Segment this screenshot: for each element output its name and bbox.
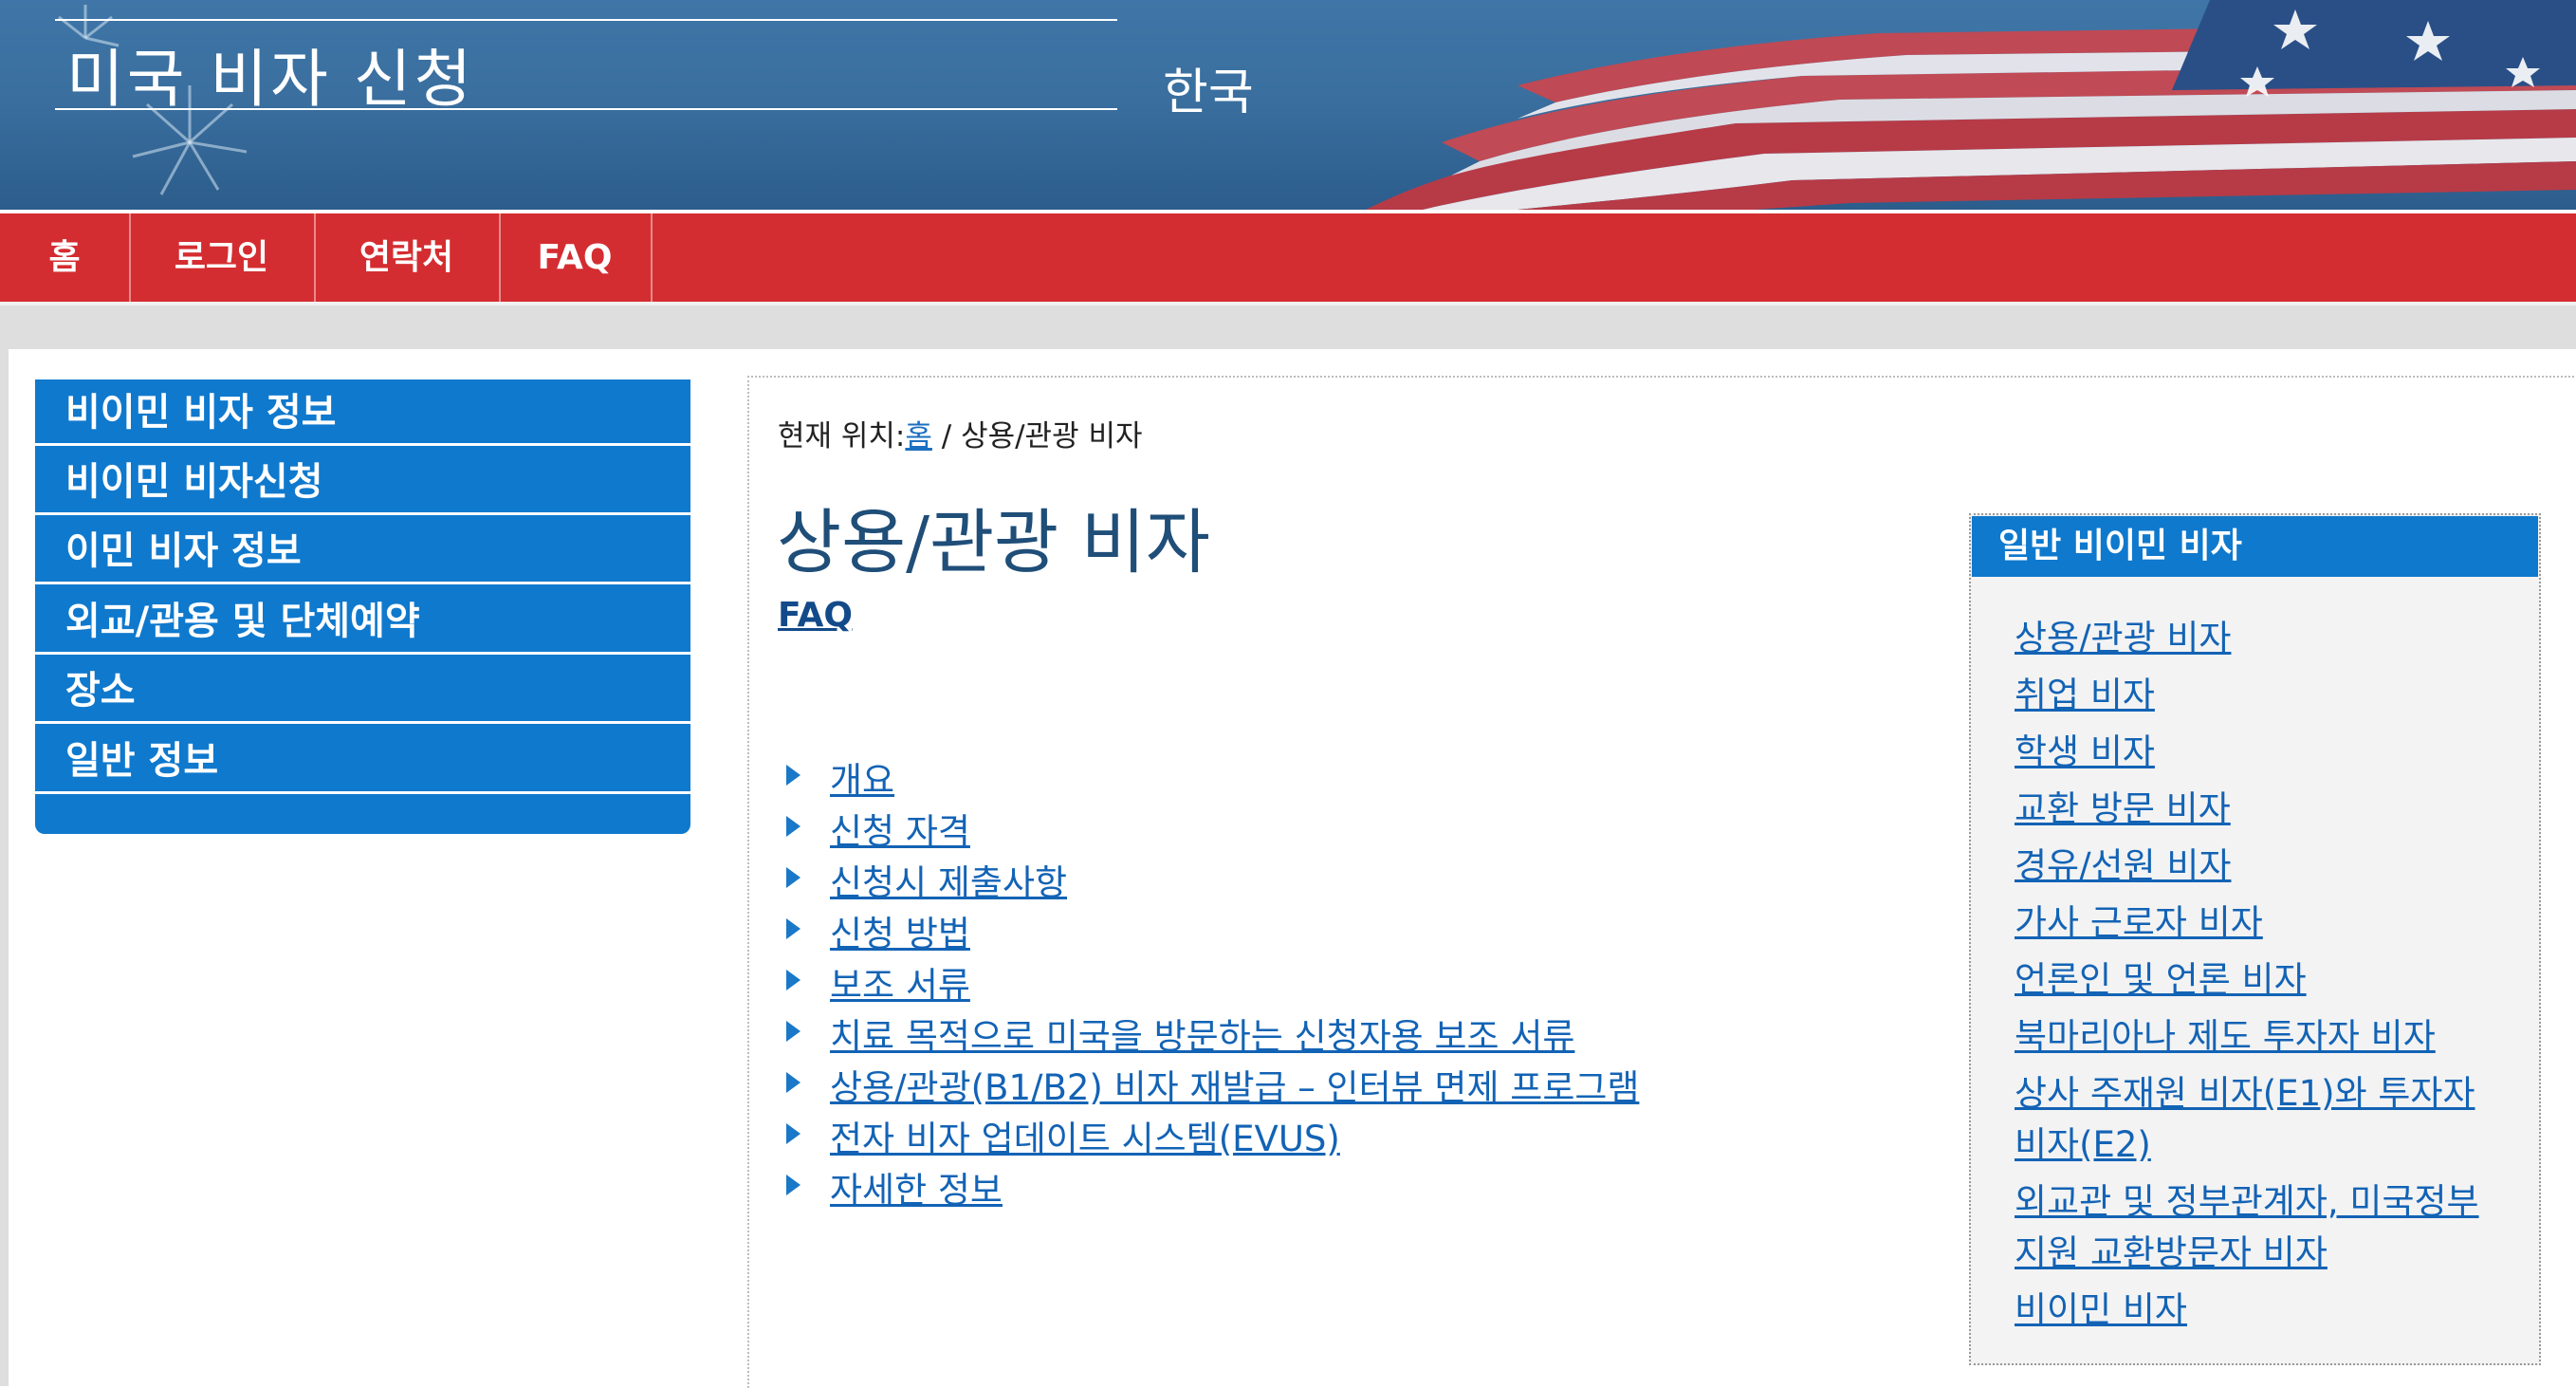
bullet-arrow-icon <box>786 765 800 786</box>
right-link-business-tourist[interactable]: 상용/관광 비자 <box>2015 609 2231 660</box>
topic-link-more-info[interactable]: 자세한 정보 <box>830 1161 1003 1212</box>
right-link-journalist[interactable]: 언론인 및 언론 비자 <box>2015 951 2307 1002</box>
sidebar-item-diplomatic-group[interactable]: 외교/관용 및 단체예약 <box>35 588 690 655</box>
faq-link[interactable]: FAQ <box>778 596 853 635</box>
bullet-arrow-icon <box>786 867 800 888</box>
country-label: 한국 <box>1163 65 1254 121</box>
right-link-diplomat-line2[interactable]: 지원 교환방문자 비자 <box>2015 1224 2328 1275</box>
breadcrumb-current: 상용/관광 비자 <box>961 419 1143 453</box>
bullet-arrow-icon <box>786 970 800 990</box>
sidebar-item-locations[interactable]: 장소 <box>35 657 690 724</box>
top-navigation: 홈 로그인 연락처 FAQ <box>0 210 2576 305</box>
bullet-arrow-icon <box>786 816 800 837</box>
right-link-transit-crew[interactable]: 경유/선원 비자 <box>2015 837 2231 888</box>
right-link-cnmi-investor[interactable]: 북마리아나 제도 투자자 비자 <box>2015 1008 2436 1059</box>
site-title-frame: 미국 비자 신청 <box>55 19 1117 116</box>
bullet-arrow-icon <box>786 1072 800 1093</box>
topic-link-requirements[interactable]: 신청시 제출사항 <box>830 854 1067 905</box>
right-link-nonimmigrant[interactable]: 비이민 비자 <box>2015 1281 2187 1332</box>
breadcrumb-prefix: 현재 위치: <box>778 419 906 453</box>
breadcrumb-home-link[interactable]: 홈 <box>905 419 932 453</box>
right-link-employment[interactable]: 취업 비자 <box>2015 666 2155 717</box>
right-link-exchange-visitor[interactable]: 교환 방문 비자 <box>2015 780 2231 831</box>
sidebar-item-general-info[interactable]: 일반 정보 <box>35 728 690 794</box>
topic-link-how-to-apply[interactable]: 신청 방법 <box>830 905 970 956</box>
bullet-arrow-icon <box>786 1175 800 1195</box>
left-sidebar-menu: 비이민 비자 정보 비이민 비자신청 이민 비자 정보 외교/관용 및 단체예약… <box>35 379 690 834</box>
right-link-domestic-worker[interactable]: 가사 근로자 비자 <box>2015 894 2263 945</box>
right-link-student[interactable]: 학생 비자 <box>2015 723 2155 774</box>
right-link-diplomat[interactable]: 외교관 및 정부관계자, 미국정부 <box>2015 1173 2479 1224</box>
topic-link-overview[interactable]: 개요 <box>830 751 894 803</box>
sidebar-item-nonimmigrant-info[interactable]: 비이민 비자 정보 <box>35 379 690 446</box>
sidebar-item-immigrant-info[interactable]: 이민 비자 정보 <box>35 518 690 584</box>
nav-home[interactable]: 홈 <box>0 213 131 302</box>
bullet-arrow-icon <box>786 1021 800 1042</box>
nav-login[interactable]: 로그인 <box>129 213 316 302</box>
right-link-treaty-trader-line2[interactable]: 비자(E2) <box>2015 1116 2151 1167</box>
topic-link-interview-waiver[interactable]: 상용/관광(B1/B2) 비자 재발급 – 인터뷰 면제 프로그램 <box>830 1059 1639 1110</box>
breadcrumb-separator: / <box>931 419 962 453</box>
nav-faq[interactable]: FAQ <box>499 213 653 302</box>
topic-link-eligibility[interactable]: 신청 자격 <box>830 803 970 854</box>
page-title: 상용/관광 비자 <box>777 502 1210 583</box>
topic-link-evus[interactable]: 전자 비자 업데이트 시스템(EVUS) <box>830 1110 1340 1161</box>
topic-link-medical-docs[interactable]: 치료 목적으로 미국을 방문하는 신청자용 보조 서류 <box>830 1008 1574 1059</box>
bullet-arrow-icon <box>786 1123 800 1144</box>
right-box-header: 일반 비이민 비자 <box>1972 516 2538 577</box>
breadcrumb: 현재 위치:홈 / 상용/관광 비자 <box>778 412 1143 454</box>
topic-link-supporting-docs[interactable]: 보조 서류 <box>830 956 970 1008</box>
site-title: 미국 비자 신청 <box>66 43 475 116</box>
sidebar-item-nonimmigrant-apply[interactable]: 비이민 비자신청 <box>35 449 690 515</box>
site-header: 미국 비자 신청 한국 <box>0 0 2576 210</box>
nav-contact[interactable]: 연락처 <box>314 213 501 302</box>
bullet-arrow-icon <box>786 918 800 939</box>
right-link-treaty-trader[interactable]: 상사 주재원 비자(E1)와 투자자 <box>2015 1064 2475 1116</box>
